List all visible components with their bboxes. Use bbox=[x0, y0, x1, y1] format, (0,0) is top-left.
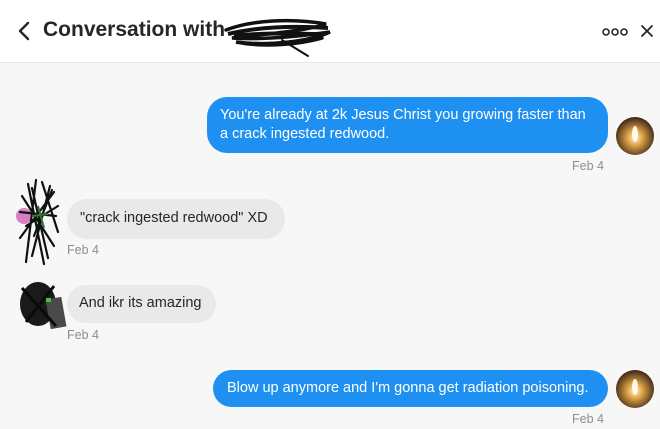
conversation-header: Conversation with bbox=[0, 0, 660, 63]
message-bubble-received[interactable]: "crack ingested redwood" XD bbox=[67, 199, 285, 239]
close-button[interactable] bbox=[636, 20, 658, 42]
message-timestamp: Feb 4 bbox=[572, 412, 604, 426]
message-text: Blow up anymore and I'm gonna get radiat… bbox=[227, 380, 589, 396]
message-text: You're already at 2k Jesus Christ you gr… bbox=[220, 107, 586, 142]
message-timestamp: Feb 4 bbox=[67, 328, 99, 342]
message-bubble-sent[interactable]: You're already at 2k Jesus Christ you gr… bbox=[207, 97, 608, 153]
more-options-icon bbox=[602, 28, 628, 36]
user-avatar bbox=[616, 117, 654, 155]
more-options-button[interactable] bbox=[601, 22, 629, 42]
message-bubble-received[interactable]: And ikr its amazing bbox=[67, 285, 216, 323]
message-text: "crack ingested redwood" XD bbox=[80, 210, 268, 226]
redacted-name-scribble bbox=[224, 18, 331, 57]
message-bubble-sent[interactable]: Blow up anymore and I'm gonna get radiat… bbox=[213, 370, 608, 407]
message-timestamp: Feb 4 bbox=[67, 243, 99, 257]
conversation-title: Conversation with bbox=[43, 18, 226, 41]
contact-avatar-redacted bbox=[20, 282, 67, 330]
contact-avatar-redacted bbox=[16, 178, 60, 266]
message-timestamp: Feb 4 bbox=[572, 159, 604, 173]
back-button[interactable] bbox=[10, 16, 38, 46]
user-avatar bbox=[616, 370, 654, 408]
chevron-left-icon bbox=[18, 21, 30, 41]
message-text: And ikr its amazing bbox=[79, 295, 202, 311]
close-icon bbox=[641, 25, 653, 37]
